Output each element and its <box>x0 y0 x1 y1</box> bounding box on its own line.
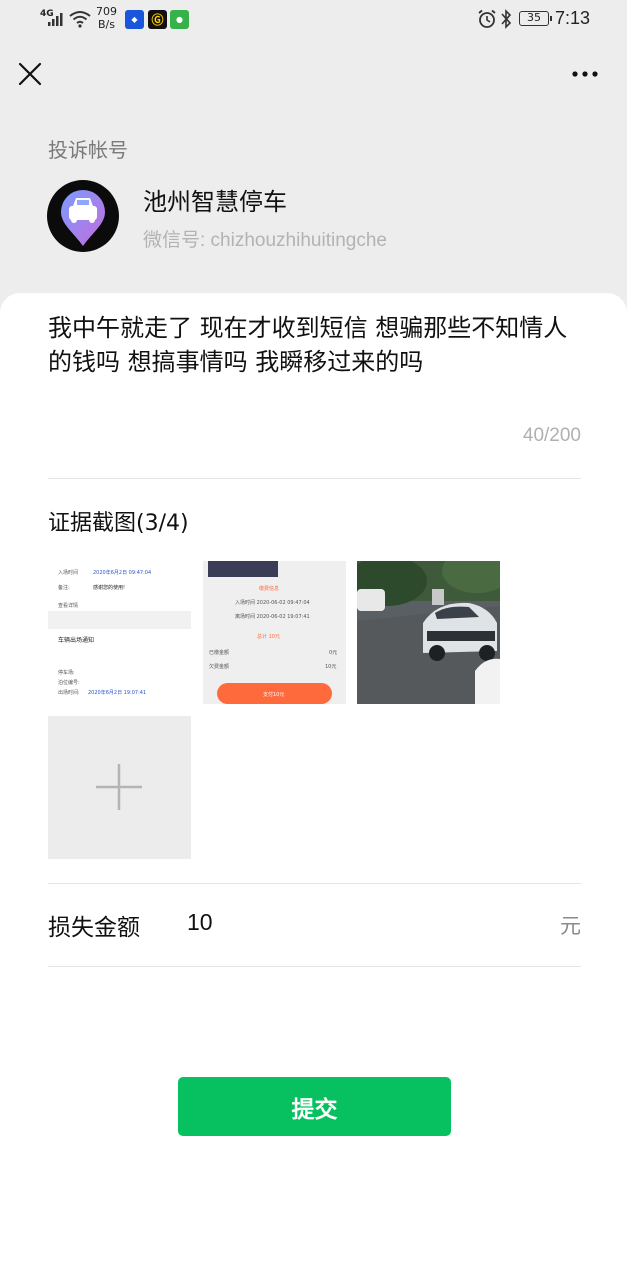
parking-logo-icon <box>61 190 105 246</box>
loss-amount-input[interactable]: 10 <box>187 909 213 936</box>
wifi-icon <box>69 11 91 28</box>
thumb-text: 入场时间 2020-06-02 09:47:04 <box>235 600 310 606</box>
more-icon[interactable] <box>568 62 602 86</box>
battery-indicator: 35 <box>519 11 552 26</box>
thumb-text: 停车场: <box>58 670 75 676</box>
wechat-id: 微信号: chizhouzhihuitingche <box>143 230 387 251</box>
thumb-text: 总计 10元 <box>257 634 280 640</box>
divider <box>48 966 581 967</box>
add-evidence-button[interactable] <box>48 716 191 859</box>
close-icon[interactable] <box>14 58 46 90</box>
bluetooth-icon <box>501 9 512 29</box>
thumb-text: 支付10元 <box>263 692 285 698</box>
thumb-text: 离场时间 2020-06-02 19:07:41 <box>235 614 310 620</box>
thumb-text: 备注: <box>58 585 70 591</box>
submit-button[interactable]: 提交 <box>178 1077 451 1136</box>
shield-app-icon: ◆ <box>125 10 144 29</box>
evidence-thumbnail-1[interactable]: 入场时间 2020年6月2日 09:47:04 备注: 感谢您的使用! 查看详情… <box>48 561 191 704</box>
complaint-account-label: 投诉帐号 <box>48 138 128 162</box>
thumb-text: 已缴金额 <box>209 650 230 656</box>
evidence-thumbnail-2[interactable]: 缴费信息 入场时间 2020-06-02 09:47:04 离场时间 2020-… <box>203 561 346 704</box>
car-photo-image <box>357 561 500 704</box>
thumb-text: 2020年6月2日 09:47:04 <box>93 570 152 576</box>
evidence-thumbnail-3[interactable] <box>357 561 500 704</box>
account-avatar <box>47 180 119 252</box>
evidence-title: 证据截图(3/4) <box>48 511 189 536</box>
thumb-text: 欠费金额 <box>209 664 230 670</box>
g-app-icon: Ⓖ <box>148 10 167 29</box>
loss-amount-unit: 元 <box>560 914 581 938</box>
divider <box>48 883 581 884</box>
thumb-text: 10元 <box>325 664 337 670</box>
status-bar: 4G 709 B/s ◆ Ⓖ ● 35 7:13 <box>0 0 627 40</box>
divider <box>48 478 581 479</box>
thumb-text: 出场时间: <box>58 690 80 696</box>
alarm-icon <box>478 9 496 28</box>
thumb-text: 2020年6月2日 19:07:41 <box>88 690 147 696</box>
clock: 7:13 <box>555 8 591 28</box>
loss-amount-label: 损失金额 <box>48 915 140 941</box>
thumb-text: 感谢您的使用! <box>93 585 126 591</box>
signal-icon <box>48 13 63 26</box>
thumb-text: 入场时间 <box>58 570 79 576</box>
thumb-header-image <box>208 561 278 577</box>
account-name: 池州智慧停车 <box>143 188 287 216</box>
thumb-text: 缴费信息 <box>259 586 280 592</box>
speed-unit: B/s <box>98 18 115 31</box>
wechat-app-icon: ● <box>170 10 189 29</box>
thumb-text: 查看详情 <box>58 603 79 609</box>
thumb-text: 车辆出场通知 <box>58 637 95 644</box>
speed-value: 709 <box>96 5 117 18</box>
thumb-text: 0元 <box>329 650 338 656</box>
plus-icon <box>96 764 142 810</box>
complaint-form-card: 我中午就走了 现在才收到短信 想骗那些不知情人的钱吗 想搞事情吗 我瞬移过来的吗… <box>0 293 627 1280</box>
thumb-text: 泊位编号: <box>58 680 80 686</box>
complaint-textarea[interactable]: 我中午就走了 现在才收到短信 想骗那些不知情人的钱吗 想搞事情吗 我瞬移过来的吗 <box>48 311 580 379</box>
network-speed: 709 B/s <box>96 5 117 31</box>
char-counter: 40/200 <box>522 425 581 446</box>
